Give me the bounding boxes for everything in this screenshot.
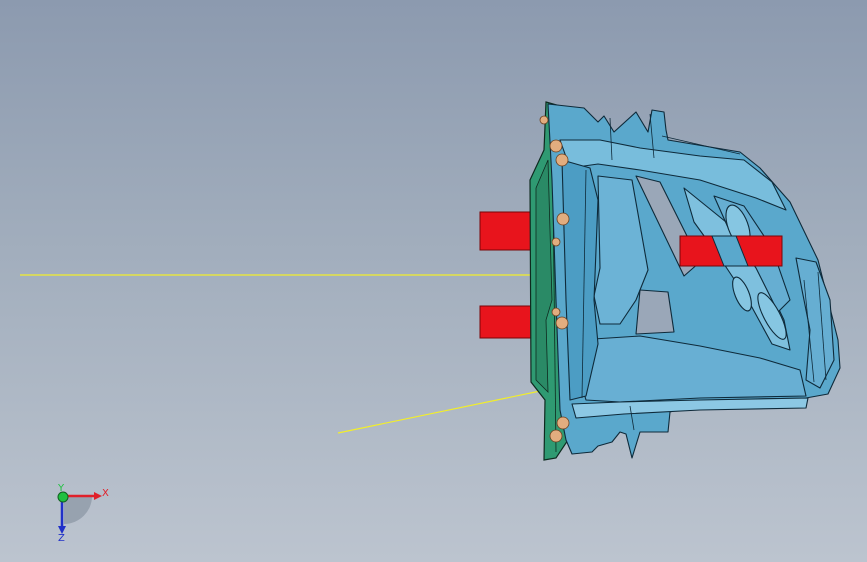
bolt[interactable] (556, 212, 570, 226)
guide-lines (20, 274, 546, 434)
coordinate-triad: X Y Z (57, 483, 109, 544)
bolt[interactable] (551, 307, 561, 317)
bolt[interactable] (539, 115, 549, 125)
guide-line-diagonal (337, 389, 546, 434)
bolt[interactable] (549, 139, 563, 153)
y-axis-label: Y (57, 483, 65, 494)
bolt[interactable] (555, 316, 569, 330)
bolt[interactable] (549, 429, 563, 443)
locating-pin-upper[interactable] (479, 211, 535, 251)
stamped-part-body[interactable] (547, 103, 841, 459)
bolt[interactable] (555, 153, 569, 167)
3d-viewport[interactable]: X Y Z (0, 0, 867, 562)
x-axis-label: X (102, 488, 109, 499)
locating-pin-lower[interactable] (479, 305, 535, 339)
bolt[interactable] (551, 237, 561, 247)
bolt[interactable] (556, 416, 570, 430)
z-axis-label: Z (58, 533, 65, 544)
